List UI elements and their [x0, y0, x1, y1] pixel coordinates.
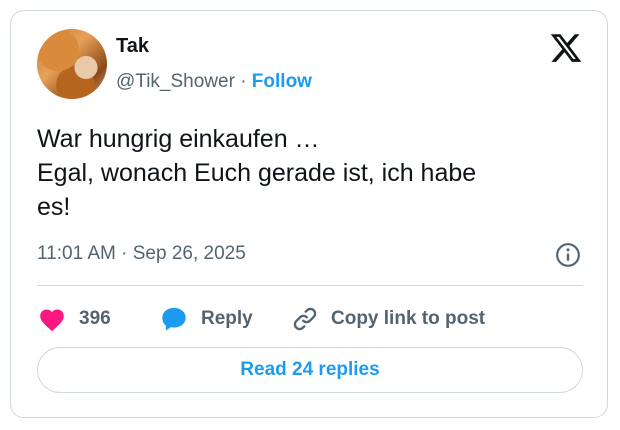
tweet-text: War hungrig einkaufen … Egal, wonach Euc… — [37, 122, 577, 224]
divider — [37, 285, 583, 286]
tweet-text-line: Egal, wonach Euch gerade ist, ich habe — [37, 159, 477, 187]
tweet-card: Tak @Tik_Shower · Follow War hungrig ein… — [10, 10, 608, 418]
author-name[interactable]: Tak — [116, 35, 149, 58]
x-logo-icon[interactable] — [549, 31, 583, 65]
reply-label: Reply — [201, 308, 253, 329]
tweet-text-line: War hungrig einkaufen … — [37, 125, 320, 153]
link-icon — [293, 307, 317, 331]
tweet-timestamp[interactable]: 11:01 AM · Sep 26, 2025 — [37, 243, 246, 265]
heart-icon — [40, 309, 64, 332]
avatar[interactable] — [37, 29, 107, 99]
like-count: 396 — [79, 308, 111, 329]
tweet-text-line: es! — [37, 193, 71, 221]
copy-link-label: Copy link to post — [331, 308, 486, 329]
copy-link-button[interactable]: Copy link to post — [291, 304, 485, 334]
read-replies-button[interactable]: Read 24 replies — [37, 347, 583, 393]
like-button[interactable]: 396 — [37, 304, 111, 334]
follow-button[interactable]: Follow — [252, 71, 312, 92]
speech-bubble-icon — [162, 307, 186, 331]
separator-dot: · — [240, 71, 247, 92]
author-handle[interactable]: @Tik_Shower — [116, 71, 235, 92]
reply-button[interactable]: Reply — [159, 304, 253, 334]
author-handle-line: @Tik_Shower · Follow — [116, 71, 312, 93]
read-replies-label: Read 24 replies — [240, 359, 380, 380]
info-icon[interactable] — [555, 242, 581, 268]
